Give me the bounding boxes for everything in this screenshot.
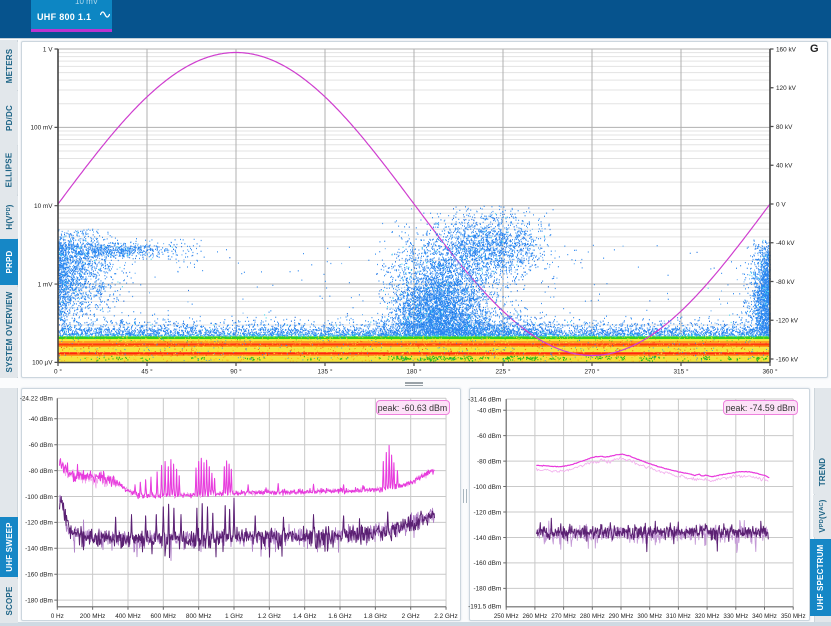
svg-text:2 GHz: 2 GHz [402, 613, 420, 620]
svg-text:360 °: 360 ° [763, 368, 778, 376]
svg-text:0 °: 0 ° [54, 368, 62, 376]
svg-text:260 MHz: 260 MHz [523, 613, 548, 620]
svg-text:-120 dBm: -120 dBm [473, 509, 501, 516]
svg-text:225 °: 225 ° [496, 368, 511, 376]
svg-text:340 MHz: 340 MHz [752, 613, 777, 620]
svg-text:80 kV: 80 kV [776, 124, 793, 131]
svg-text:400 MHz: 400 MHz [115, 613, 141, 620]
svg-text:-80 dBm: -80 dBm [477, 458, 501, 465]
svg-text:290 MHz: 290 MHz [609, 613, 634, 620]
svg-text:350 MHz: 350 MHz [781, 613, 806, 620]
svg-text:45 °: 45 ° [141, 368, 153, 376]
svg-text:0 Hz: 0 Hz [51, 613, 64, 620]
svg-text:800 MHz: 800 MHz [186, 613, 212, 620]
svg-text:-80 kV: -80 kV [776, 279, 795, 286]
svg-text:1 GHz: 1 GHz [225, 613, 243, 620]
svg-text:1.8 GHz: 1.8 GHz [364, 613, 387, 620]
svg-text:-160 kV: -160 kV [776, 356, 799, 363]
svg-text:1.4 GHz: 1.4 GHz [293, 613, 316, 620]
svg-text:120 kV: 120 kV [776, 85, 797, 92]
svg-text:-100 dBm: -100 dBm [25, 494, 53, 501]
svg-text:100 mV: 100 mV [30, 125, 53, 132]
svg-text:-140 dBm: -140 dBm [473, 535, 501, 542]
svg-text:1 mV: 1 mV [38, 281, 54, 288]
svg-text:-60 dBm: -60 dBm [477, 433, 501, 440]
svg-text:1.6 GHz: 1.6 GHz [328, 613, 351, 620]
svg-text:310 MHz: 310 MHz [666, 613, 691, 620]
svg-text:10 mV: 10 mV [34, 203, 53, 210]
svg-text:315 °: 315 ° [674, 368, 689, 376]
svg-text:160 kV: 160 kV [776, 46, 797, 53]
svg-text:300 MHz: 300 MHz [637, 613, 662, 620]
svg-text:280 MHz: 280 MHz [580, 613, 605, 620]
svg-text:270 °: 270 ° [585, 368, 600, 376]
svg-text:-120 kV: -120 kV [776, 318, 799, 325]
svg-text:-180 dBm: -180 dBm [473, 586, 501, 593]
svg-text:200 MHz: 200 MHz [80, 613, 106, 620]
svg-text:600 MHz: 600 MHz [151, 613, 177, 620]
svg-text:-140 dBm: -140 dBm [25, 546, 53, 553]
svg-text:270 MHz: 270 MHz [551, 613, 576, 620]
svg-text:-80 dBm: -80 dBm [29, 468, 53, 475]
svg-text:90 °: 90 ° [230, 368, 242, 376]
svg-text:1.2 GHz: 1.2 GHz [258, 613, 281, 620]
svg-text:-180 dBm: -180 dBm [25, 597, 53, 604]
svg-text:-160 dBm: -160 dBm [473, 560, 501, 567]
svg-text:2.2 GHz: 2.2 GHz [434, 613, 457, 620]
svg-text:40 kV: 40 kV [776, 163, 793, 170]
svg-text:330 MHz: 330 MHz [723, 613, 748, 620]
svg-text:250 MHz: 250 MHz [494, 613, 519, 620]
svg-text:-191.5 dBm: -191.5 dBm [468, 603, 501, 610]
svg-text:-40 dBm: -40 dBm [477, 408, 501, 415]
svg-text:-60 dBm: -60 dBm [29, 442, 53, 449]
svg-text:-160 dBm: -160 dBm [25, 572, 53, 579]
svg-text:180 °: 180 ° [407, 368, 422, 376]
svg-text:135 °: 135 ° [318, 368, 333, 376]
svg-text:1 V: 1 V [43, 46, 53, 53]
svg-text:-120 dBm: -120 dBm [25, 520, 53, 527]
svg-text:-100 dBm: -100 dBm [473, 484, 501, 491]
svg-text:320 MHz: 320 MHz [695, 613, 720, 620]
svg-text:0 V: 0 V [776, 201, 786, 208]
svg-text:-31.46 dBm: -31.46 dBm [468, 397, 501, 404]
svg-text:100 µV: 100 µV [32, 360, 53, 367]
svg-text:-40 dBm: -40 dBm [29, 416, 53, 423]
svg-text:-40 kV: -40 kV [776, 240, 795, 247]
svg-text:-24.22 dBm: -24.22 dBm [20, 396, 53, 403]
